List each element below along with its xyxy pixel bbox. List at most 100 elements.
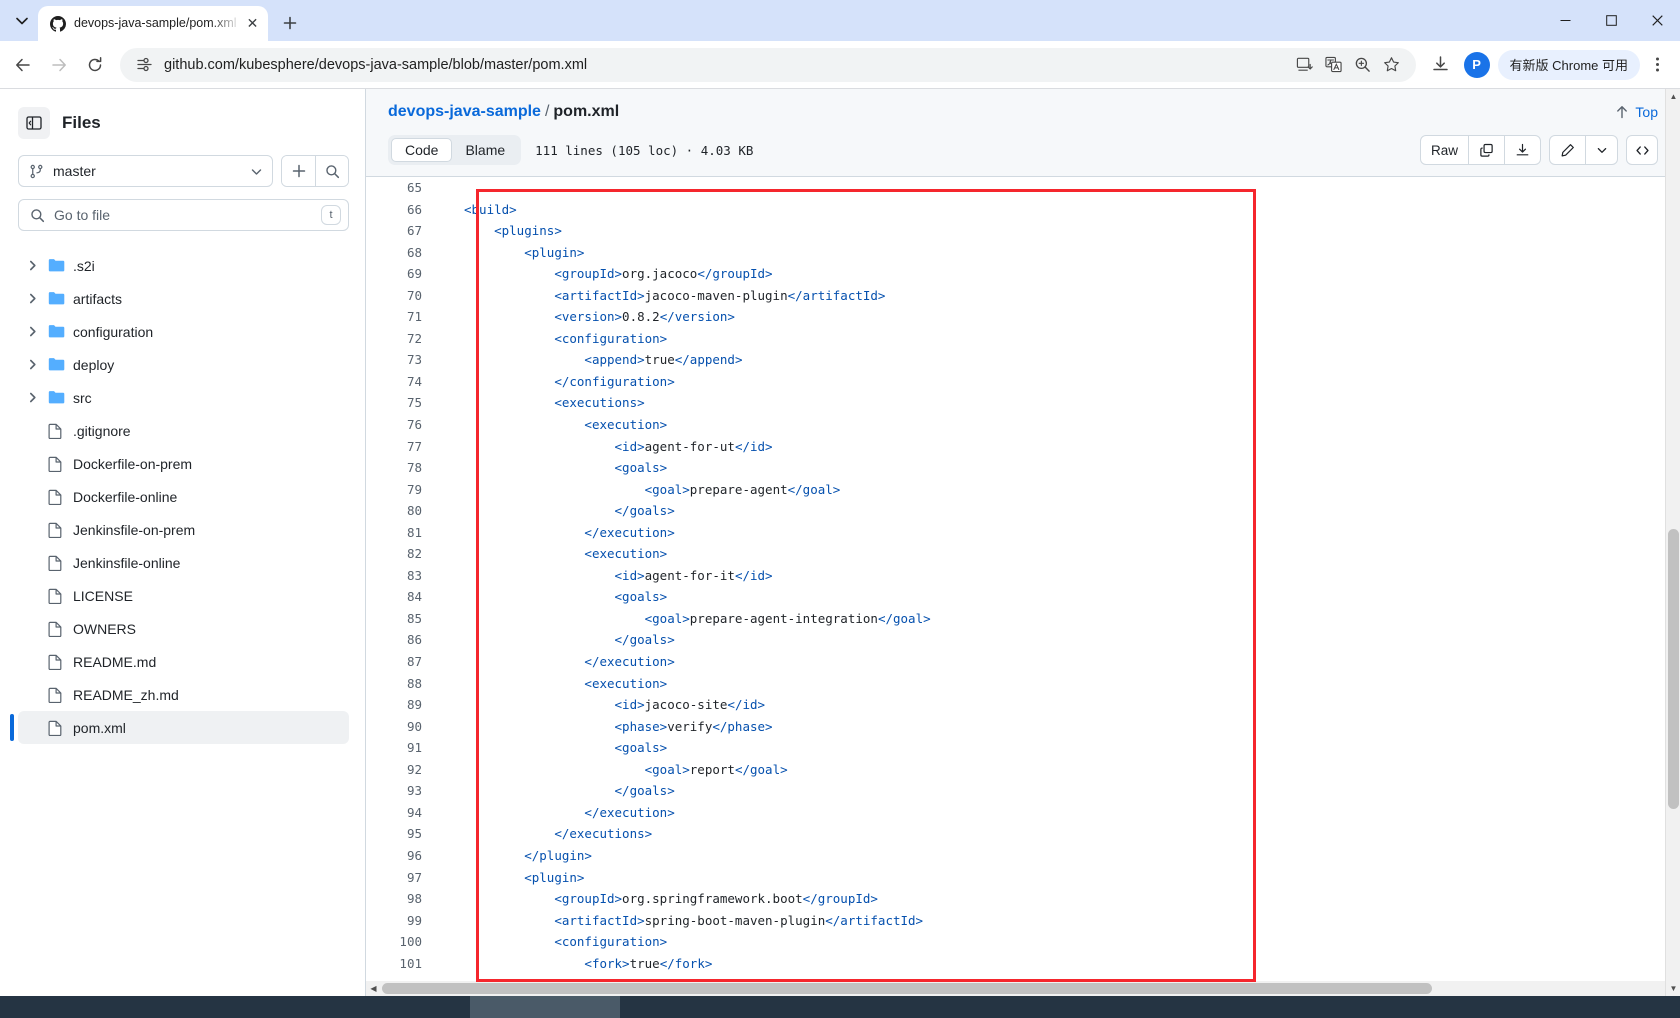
scroll-left-arrow[interactable]: ◀ xyxy=(366,981,381,996)
line-number[interactable]: 94 xyxy=(366,802,440,824)
chevron-right-icon[interactable] xyxy=(24,260,40,271)
line-number[interactable]: 74 xyxy=(366,371,440,393)
tree-file-row[interactable]: Dockerfile-on-prem xyxy=(18,447,349,480)
bookmark-star-icon[interactable] xyxy=(1378,51,1406,79)
breadcrumb-repo-link[interactable]: devops-java-sample xyxy=(388,103,541,120)
line-number[interactable]: 99 xyxy=(366,910,440,932)
scroll-down-arrow[interactable]: ▼ xyxy=(1666,981,1680,996)
reload-icon[interactable] xyxy=(78,48,112,82)
downloads-icon[interactable] xyxy=(1424,48,1458,82)
line-number[interactable]: 69 xyxy=(366,263,440,285)
line-number[interactable]: 80 xyxy=(366,500,440,522)
raw-button[interactable]: Raw xyxy=(1421,136,1468,164)
line-number[interactable]: 76 xyxy=(366,414,440,436)
tree-file-row[interactable]: Dockerfile-online xyxy=(18,480,349,513)
new-tab-button[interactable] xyxy=(276,9,304,37)
search-input[interactable]: Go to file t xyxy=(18,199,349,231)
line-number[interactable]: 70 xyxy=(366,285,440,307)
line-number[interactable]: 71 xyxy=(366,306,440,328)
line-number[interactable]: 100 xyxy=(366,931,440,953)
scroll-to-top-link[interactable]: Top xyxy=(1615,104,1658,120)
tree-folder-row[interactable]: deploy xyxy=(18,348,349,381)
zoom-icon[interactable] xyxy=(1349,51,1377,79)
tree-folder-row[interactable]: src xyxy=(18,381,349,414)
line-content[interactable]: </execution> xyxy=(440,802,1680,824)
horizontal-scroll-thumb[interactable] xyxy=(382,983,1432,994)
line-number[interactable]: 97 xyxy=(366,867,440,889)
browser-tab[interactable]: devops-java-sample/pom.xml ✕ xyxy=(38,6,268,41)
line-content[interactable]: <execution> xyxy=(440,543,1680,565)
minimize-icon[interactable] xyxy=(1542,0,1588,41)
vertical-scroll-thumb[interactable] xyxy=(1668,529,1679,809)
line-content[interactable]: <groupId>org.jacoco</groupId> xyxy=(440,263,1680,285)
line-content[interactable]: <goal>report</goal> xyxy=(440,759,1680,781)
line-content[interactable]: <artifactId>spring-boot-maven-plugin</ar… xyxy=(440,910,1680,932)
line-content[interactable]: </configuration> xyxy=(440,371,1680,393)
line-number[interactable]: 95 xyxy=(366,823,440,845)
tree-file-row[interactable]: Jenkinsfile-online xyxy=(18,546,349,579)
tree-folder-row[interactable]: configuration xyxy=(18,315,349,348)
chevron-right-icon[interactable] xyxy=(24,293,40,304)
line-number[interactable]: 85 xyxy=(366,608,440,630)
tree-folder-row[interactable]: artifacts xyxy=(18,282,349,315)
pencil-icon[interactable] xyxy=(1550,136,1585,164)
tab-search-icon[interactable] xyxy=(8,7,36,35)
line-content[interactable]: <phase>verify</phase> xyxy=(440,716,1680,738)
line-number[interactable]: 84 xyxy=(366,586,440,608)
line-content[interactable]: </plugin> xyxy=(440,845,1680,867)
copy-icon[interactable] xyxy=(1468,136,1504,164)
line-content[interactable]: </goals> xyxy=(440,780,1680,802)
line-number[interactable]: 90 xyxy=(366,716,440,738)
line-content[interactable]: <goal>prepare-agent-integration</goal> xyxy=(440,608,1680,630)
line-number[interactable]: 65 xyxy=(366,177,440,199)
line-number[interactable]: 83 xyxy=(366,565,440,587)
line-content[interactable]: <goals> xyxy=(440,737,1680,759)
line-number[interactable]: 88 xyxy=(366,673,440,695)
line-content[interactable]: <goals> xyxy=(440,457,1680,479)
line-number[interactable]: 101 xyxy=(366,953,440,975)
search-icon[interactable] xyxy=(315,156,348,186)
forward-icon[interactable] xyxy=(42,48,76,82)
tree-file-row[interactable]: Jenkinsfile-on-prem xyxy=(18,513,349,546)
close-icon[interactable]: ✕ xyxy=(243,14,262,33)
line-content[interactable]: </executions> xyxy=(440,823,1680,845)
back-icon[interactable] xyxy=(6,48,40,82)
line-number[interactable]: 73 xyxy=(366,349,440,371)
line-number[interactable]: 93 xyxy=(366,780,440,802)
line-content[interactable]: <executions> xyxy=(440,392,1680,414)
tab-blame[interactable]: Blame xyxy=(452,138,518,162)
edit-dropdown-caret[interactable] xyxy=(1585,136,1617,164)
line-number[interactable]: 67 xyxy=(366,220,440,242)
plus-icon[interactable] xyxy=(282,156,315,186)
line-number[interactable]: 96 xyxy=(366,845,440,867)
translate-icon[interactable] xyxy=(1320,51,1348,79)
code-scroll-region[interactable]: 65 66 <build> 67 <plugins> 68 <plugin> 69 <g… xyxy=(366,177,1680,996)
tree-file-row[interactable]: LICENSE xyxy=(18,579,349,612)
line-number[interactable]: 78 xyxy=(366,457,440,479)
tab-code[interactable]: Code xyxy=(391,138,453,162)
tree-file-row[interactable]: OWNERS xyxy=(18,612,349,645)
line-content[interactable]: <id>agent-for-ut</id> xyxy=(440,436,1680,458)
scroll-up-arrow[interactable]: ▲ xyxy=(1666,89,1680,104)
line-content[interactable]: <execution> xyxy=(440,414,1680,436)
install-app-icon[interactable] xyxy=(1291,51,1319,79)
taskbar-window-item[interactable] xyxy=(470,996,620,1018)
collapse-panel-icon[interactable] xyxy=(18,107,50,139)
line-content[interactable]: </execution> xyxy=(440,522,1680,544)
line-content[interactable]: <version>0.8.2</version> xyxy=(440,306,1680,328)
line-content[interactable]: <plugins> xyxy=(440,220,1680,242)
line-number[interactable]: 82 xyxy=(366,543,440,565)
code-brackets-icon[interactable] xyxy=(1626,135,1658,165)
three-dots-vertical-icon[interactable] xyxy=(1642,48,1672,82)
branch-selector[interactable]: master xyxy=(18,155,273,187)
window-close-icon[interactable] xyxy=(1634,0,1680,41)
line-number[interactable]: 75 xyxy=(366,392,440,414)
tree-file-row[interactable]: README_zh.md xyxy=(18,678,349,711)
line-content[interactable]: <goal>prepare-agent</goal> xyxy=(440,479,1680,501)
line-number[interactable]: 87 xyxy=(366,651,440,673)
maximize-icon[interactable] xyxy=(1588,0,1634,41)
line-content[interactable]: <fork>true</fork> xyxy=(440,953,1680,975)
line-content[interactable]: </execution> xyxy=(440,651,1680,673)
chrome-update-button[interactable]: 有新版 Chrome 可用 xyxy=(1497,49,1640,80)
profile-avatar[interactable]: P xyxy=(1463,51,1490,78)
